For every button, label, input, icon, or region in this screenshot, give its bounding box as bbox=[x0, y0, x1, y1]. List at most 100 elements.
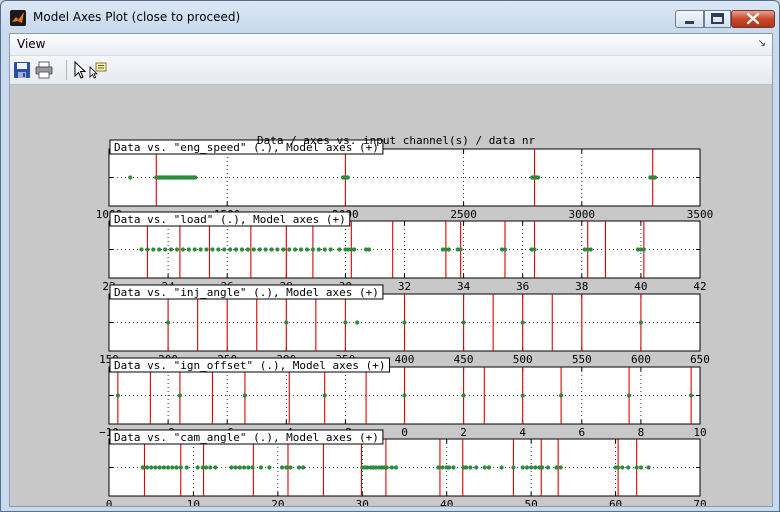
data-point bbox=[151, 247, 156, 252]
data-point bbox=[384, 465, 389, 470]
data-point bbox=[520, 320, 525, 325]
data-point bbox=[529, 465, 534, 470]
data-point bbox=[393, 465, 399, 470]
data-point bbox=[237, 465, 242, 470]
x-tick-label: 6 bbox=[578, 426, 585, 439]
data-point bbox=[389, 465, 394, 470]
data-point bbox=[166, 320, 171, 325]
minimize-button[interactable] bbox=[675, 10, 704, 28]
save-icon[interactable] bbox=[13, 61, 31, 79]
data-point bbox=[638, 465, 644, 470]
x-tick-label: 50 bbox=[525, 498, 538, 506]
data-point bbox=[626, 465, 631, 470]
maximize-icon bbox=[711, 13, 724, 24]
x-tick-label: 36 bbox=[516, 280, 529, 293]
figure-suptitle: Data / axes vs. input channel(s) / data … bbox=[257, 134, 536, 147]
axes-panel[interactable]: 150200250300350400450500550600650Data vs… bbox=[99, 284, 710, 366]
data-point bbox=[242, 393, 248, 398]
data-point bbox=[540, 465, 545, 470]
x-tick-label: 70 bbox=[693, 498, 706, 506]
data-point bbox=[646, 465, 651, 470]
data-point bbox=[554, 465, 559, 470]
data-point bbox=[524, 465, 530, 470]
data-point bbox=[204, 247, 209, 252]
axes-title: Data vs. "inj_angle" (.), Model axes (+) bbox=[114, 286, 379, 299]
data-point bbox=[446, 247, 451, 252]
x-tick-label: 2 bbox=[460, 426, 467, 439]
data-point bbox=[440, 465, 445, 470]
print-icon[interactable] bbox=[35, 61, 53, 79]
axes-panel[interactable]: 2224262830323436384042Data vs. "load" (.… bbox=[102, 211, 707, 293]
data-point bbox=[149, 465, 154, 470]
x-tick-label: 0 bbox=[401, 426, 408, 439]
axes-panel[interactable]: −10−8−6−4−20246810Data vs. "ign_offset" … bbox=[99, 357, 707, 439]
data-point bbox=[163, 247, 168, 252]
maximize-button[interactable] bbox=[704, 10, 731, 28]
data-point bbox=[281, 247, 286, 252]
pointer-icon[interactable] bbox=[71, 61, 89, 79]
data-point bbox=[284, 320, 289, 325]
title-bar[interactable]: Model Axes Plot (close to proceed) bbox=[1, 1, 779, 33]
x-tick-label: 500 bbox=[513, 353, 533, 366]
data-point bbox=[468, 465, 473, 470]
close-icon bbox=[746, 12, 760, 25]
x-tick-label: 2500 bbox=[450, 208, 477, 221]
x-tick-label: 650 bbox=[690, 353, 710, 366]
axes-panel[interactable]: 100015002000250030003500Data vs. "eng_sp… bbox=[96, 139, 714, 221]
data-point bbox=[502, 247, 508, 252]
data-cursor-icon[interactable] bbox=[89, 61, 107, 79]
data-point bbox=[115, 393, 120, 398]
data-point bbox=[482, 465, 487, 470]
x-tick-label: 3500 bbox=[687, 208, 714, 221]
data-point bbox=[355, 320, 360, 325]
toolbar-separator bbox=[66, 60, 67, 80]
data-point bbox=[533, 465, 538, 470]
axes-panel[interactable]: 0 10 20 30 40 50 60 70Data vs. "cam_angle" (.),… bbox=[106, 429, 707, 511]
data-point bbox=[366, 247, 372, 252]
data-point bbox=[535, 175, 541, 180]
data-point bbox=[343, 320, 348, 325]
data-point bbox=[195, 465, 200, 470]
data-point bbox=[161, 465, 166, 470]
menu-view[interactable]: View bbox=[17, 37, 45, 51]
data-point bbox=[233, 247, 239, 252]
data-point bbox=[402, 320, 407, 325]
data-point bbox=[689, 393, 694, 398]
data-point bbox=[208, 465, 213, 470]
x-tick-label: 38 bbox=[575, 280, 588, 293]
data-point bbox=[322, 393, 327, 398]
data-point bbox=[216, 247, 221, 252]
x-tick-label: 600 bbox=[631, 353, 651, 366]
figure-client-area: View ↘ 1000 2500 3000 3500 Data vs. "eng… bbox=[9, 33, 773, 511]
data-point bbox=[269, 247, 274, 252]
axes-title: Data vs. "cam_angle" (.), Model axes (+) bbox=[114, 431, 379, 444]
close-button[interactable] bbox=[731, 10, 775, 28]
data-point bbox=[178, 465, 183, 470]
axes-title: Data vs. "ign_offset" (.), Model axes (+… bbox=[114, 359, 386, 372]
data-point bbox=[304, 247, 310, 252]
x-tick-label: 8 bbox=[638, 426, 645, 439]
x-tick-label: 30 bbox=[356, 498, 369, 506]
data-point bbox=[245, 247, 250, 252]
data-point bbox=[140, 465, 145, 470]
data-point bbox=[233, 465, 238, 470]
data-point bbox=[511, 465, 516, 470]
data-point bbox=[288, 465, 293, 470]
x-tick-label: 20 bbox=[271, 498, 284, 506]
data-point bbox=[170, 465, 175, 470]
data-point bbox=[263, 247, 268, 252]
data-point bbox=[192, 247, 197, 252]
data-point bbox=[241, 465, 247, 470]
data-point bbox=[296, 465, 302, 470]
data-point bbox=[210, 247, 215, 252]
menu-bar: View ↘ bbox=[10, 34, 772, 56]
data-point bbox=[157, 247, 162, 252]
data-point bbox=[298, 247, 304, 252]
menubar-dock-arrow-icon[interactable]: ↘ bbox=[758, 38, 766, 49]
data-point bbox=[275, 247, 280, 252]
x-tick-label: 400 bbox=[395, 353, 415, 366]
data-point bbox=[144, 465, 150, 470]
x-tick-label: 550 bbox=[572, 353, 592, 366]
axes-title: Data vs. "load" (.), Model axes (+) bbox=[114, 213, 346, 226]
data-point bbox=[345, 175, 350, 180]
